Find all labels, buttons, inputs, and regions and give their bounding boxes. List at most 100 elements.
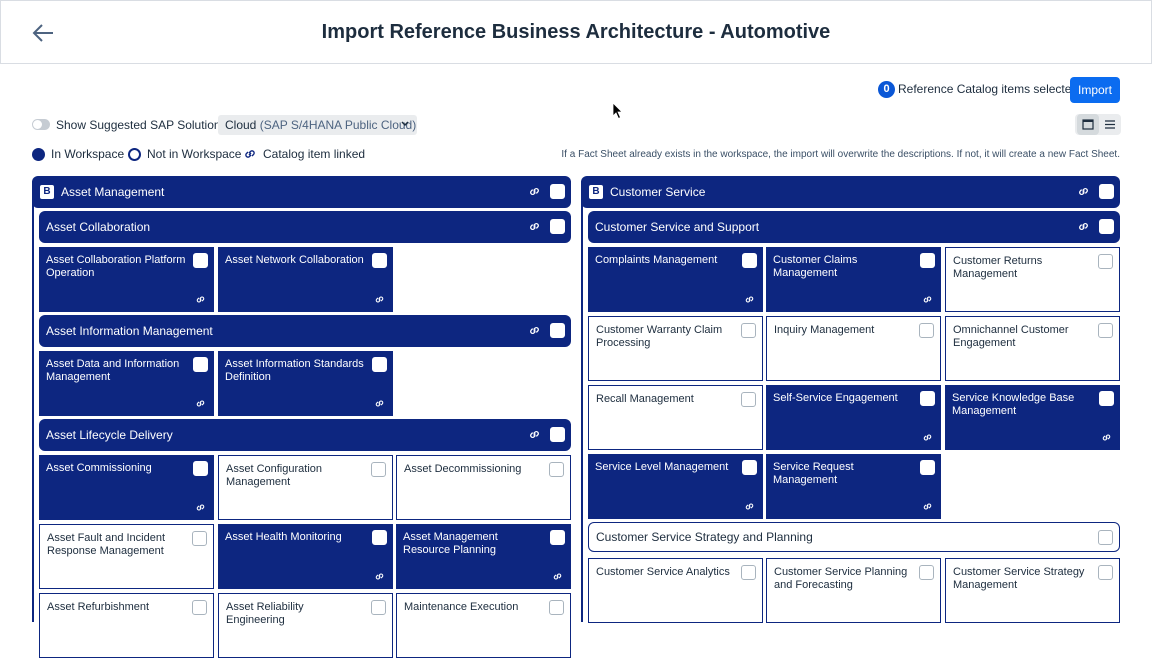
card-checkbox[interactable]	[192, 531, 207, 546]
card-checkbox[interactable]	[742, 460, 757, 475]
card-customer-service-planning-and-forecasting[interactable]: Customer Service Planning and Forecastin…	[766, 558, 941, 623]
card-checkbox[interactable]	[550, 530, 565, 545]
dropdown-sub-value: (SAP S/4HANA Public Cloud)	[259, 118, 417, 132]
link-icon[interactable]	[1077, 220, 1090, 233]
card-checkbox[interactable]	[920, 391, 935, 406]
suggested-solutions-label: Show Suggested SAP Solutions	[56, 118, 227, 132]
card-asset-fault-and-incident-response-management[interactable]: Asset Fault and Incident Response Manage…	[39, 524, 214, 589]
legend-in-workspace: In Workspace	[32, 147, 124, 161]
card-customer-returns-management[interactable]: Customer Returns Management	[945, 247, 1120, 312]
card-asset-collaboration-platform-operation[interactable]: Asset Collaboration Platform Operation	[39, 247, 214, 312]
card-inquiry-management[interactable]: Inquiry Management	[766, 316, 941, 381]
card-asset-commissioning[interactable]: Asset Commissioning	[39, 455, 214, 520]
card-omnichannel-customer-engagement[interactable]: Omnichannel Customer Engagement	[945, 316, 1120, 381]
card-checkbox[interactable]	[549, 462, 564, 477]
card-asset-network-collaboration[interactable]: Asset Network Collaboration	[218, 247, 393, 312]
card-self-service-engagement[interactable]: Self-Service Engagement	[766, 385, 941, 450]
selected-count-badge: 0	[878, 81, 895, 98]
legend-not-in-workspace: Not in Workspace	[128, 147, 241, 161]
card-checkbox[interactable]	[192, 600, 207, 615]
card-view-button[interactable]	[1077, 114, 1099, 135]
list-view-button[interactable]	[1099, 114, 1121, 135]
link-icon	[923, 434, 932, 441]
card-checkbox[interactable]	[741, 323, 756, 338]
card-asset-health-monitoring[interactable]: Asset Health Monitoring	[218, 524, 393, 589]
card-checkbox[interactable]	[193, 357, 208, 372]
domain-checkbox[interactable]	[1099, 184, 1114, 199]
card-checkbox[interactable]	[372, 530, 387, 545]
page-title: Import Reference Business Architecture -…	[321, 21, 831, 43]
card-customer-service-strategy-management[interactable]: Customer Service Strategy Management	[945, 558, 1120, 623]
group-bar-asset-collaboration: Asset Collaboration	[39, 211, 571, 243]
group-checkbox[interactable]	[550, 427, 565, 442]
solution-dropdown[interactable]: Cloud (SAP S/4HANA Public Cloud)	[218, 115, 417, 135]
card-asset-decommissioning[interactable]: Asset Decommissioning	[396, 455, 571, 520]
group-checkbox[interactable]	[1099, 219, 1114, 234]
group-checkbox[interactable]	[1098, 530, 1113, 545]
card-customer-warranty-claim-processing[interactable]: Customer Warranty Claim Processing	[588, 316, 763, 381]
card-customer-service-analytics[interactable]: Customer Service Analytics	[588, 558, 763, 623]
dropdown-value: Cloud	[225, 118, 257, 132]
card-checkbox[interactable]	[549, 600, 564, 615]
view-switch	[1075, 114, 1121, 135]
card-checkbox[interactable]	[371, 462, 386, 477]
card-asset-configuration-management[interactable]: Asset Configuration Management	[218, 455, 393, 520]
import-button[interactable]: Import	[1070, 77, 1120, 103]
link-icon	[196, 400, 205, 407]
card-checkbox[interactable]	[742, 253, 757, 268]
card-complaints-management[interactable]: Complaints Management	[588, 247, 763, 312]
domain-label: Customer Service	[610, 185, 706, 199]
card-service-request-management[interactable]: Service Request Management	[766, 454, 941, 519]
card-service-knowledge-base-management[interactable]: Service Knowledge Base Management	[945, 385, 1120, 450]
card-checkbox[interactable]	[920, 253, 935, 268]
domain-checkbox[interactable]	[550, 184, 565, 199]
info-text: If a Fact Sheet already exists in the wo…	[561, 149, 1120, 160]
empty-dot-icon	[128, 147, 141, 161]
group-label: Asset Lifecycle Delivery	[46, 428, 173, 442]
link-icon	[745, 503, 754, 510]
card-checkbox[interactable]	[1098, 323, 1113, 338]
card-recall-management[interactable]: Recall Management	[588, 385, 763, 450]
link-icon	[1102, 434, 1111, 441]
link-icon[interactable]	[528, 324, 541, 337]
group-checkbox[interactable]	[550, 323, 565, 338]
group-checkbox[interactable]	[550, 219, 565, 234]
card-checkbox[interactable]	[372, 253, 387, 268]
link-icon	[375, 296, 384, 303]
link-icon[interactable]	[1077, 185, 1090, 198]
card-checkbox[interactable]	[1098, 565, 1113, 580]
card-customer-claims-management[interactable]: Customer Claims Management	[766, 247, 941, 312]
card-checkbox[interactable]	[919, 565, 934, 580]
domain-bar-asset-management: B Asset Management	[32, 176, 571, 208]
card-checkbox[interactable]	[741, 565, 756, 580]
card-checkbox[interactable]	[193, 461, 208, 476]
card-asset-information-standards-definition[interactable]: Asset Information Standards Definition	[218, 351, 393, 416]
card-view-icon	[1082, 119, 1094, 130]
chevron-down-icon	[401, 121, 409, 127]
card-checkbox[interactable]	[741, 392, 756, 407]
group-bar-customer-service-strategy-and-planning: Customer Service Strategy and Planning	[588, 522, 1120, 552]
link-icon[interactable]	[528, 428, 541, 441]
card-checkbox[interactable]	[919, 323, 934, 338]
group-label: Asset Information Management	[46, 324, 213, 338]
card-asset-management-resource-planning[interactable]: Asset Management Resource Planning	[396, 524, 571, 589]
list-view-icon	[1105, 120, 1115, 129]
card-checkbox[interactable]	[372, 357, 387, 372]
card-checkbox[interactable]	[1098, 254, 1113, 269]
card-asset-refurbishment[interactable]: Asset Refurbishment	[39, 593, 214, 658]
card-checkbox[interactable]	[1099, 391, 1114, 406]
link-icon	[923, 296, 932, 303]
card-service-level-management[interactable]: Service Level Management	[588, 454, 763, 519]
link-icon[interactable]	[528, 220, 541, 233]
link-icon[interactable]	[528, 185, 541, 198]
link-icon	[375, 400, 384, 407]
card-checkbox[interactable]	[193, 253, 208, 268]
card-asset-reliability-engineering[interactable]: Asset Reliability Engineering	[218, 593, 393, 658]
suggested-solutions-toggle[interactable]	[32, 119, 50, 130]
card-checkbox[interactable]	[371, 600, 386, 615]
card-maintenance-execution[interactable]: Maintenance Execution	[396, 593, 571, 658]
card-checkbox[interactable]	[920, 460, 935, 475]
b-badge: B	[589, 185, 603, 199]
selected-count-label: Reference Catalog items selected	[898, 82, 1079, 96]
card-asset-data-and-information-management[interactable]: Asset Data and Information Management	[39, 351, 214, 416]
